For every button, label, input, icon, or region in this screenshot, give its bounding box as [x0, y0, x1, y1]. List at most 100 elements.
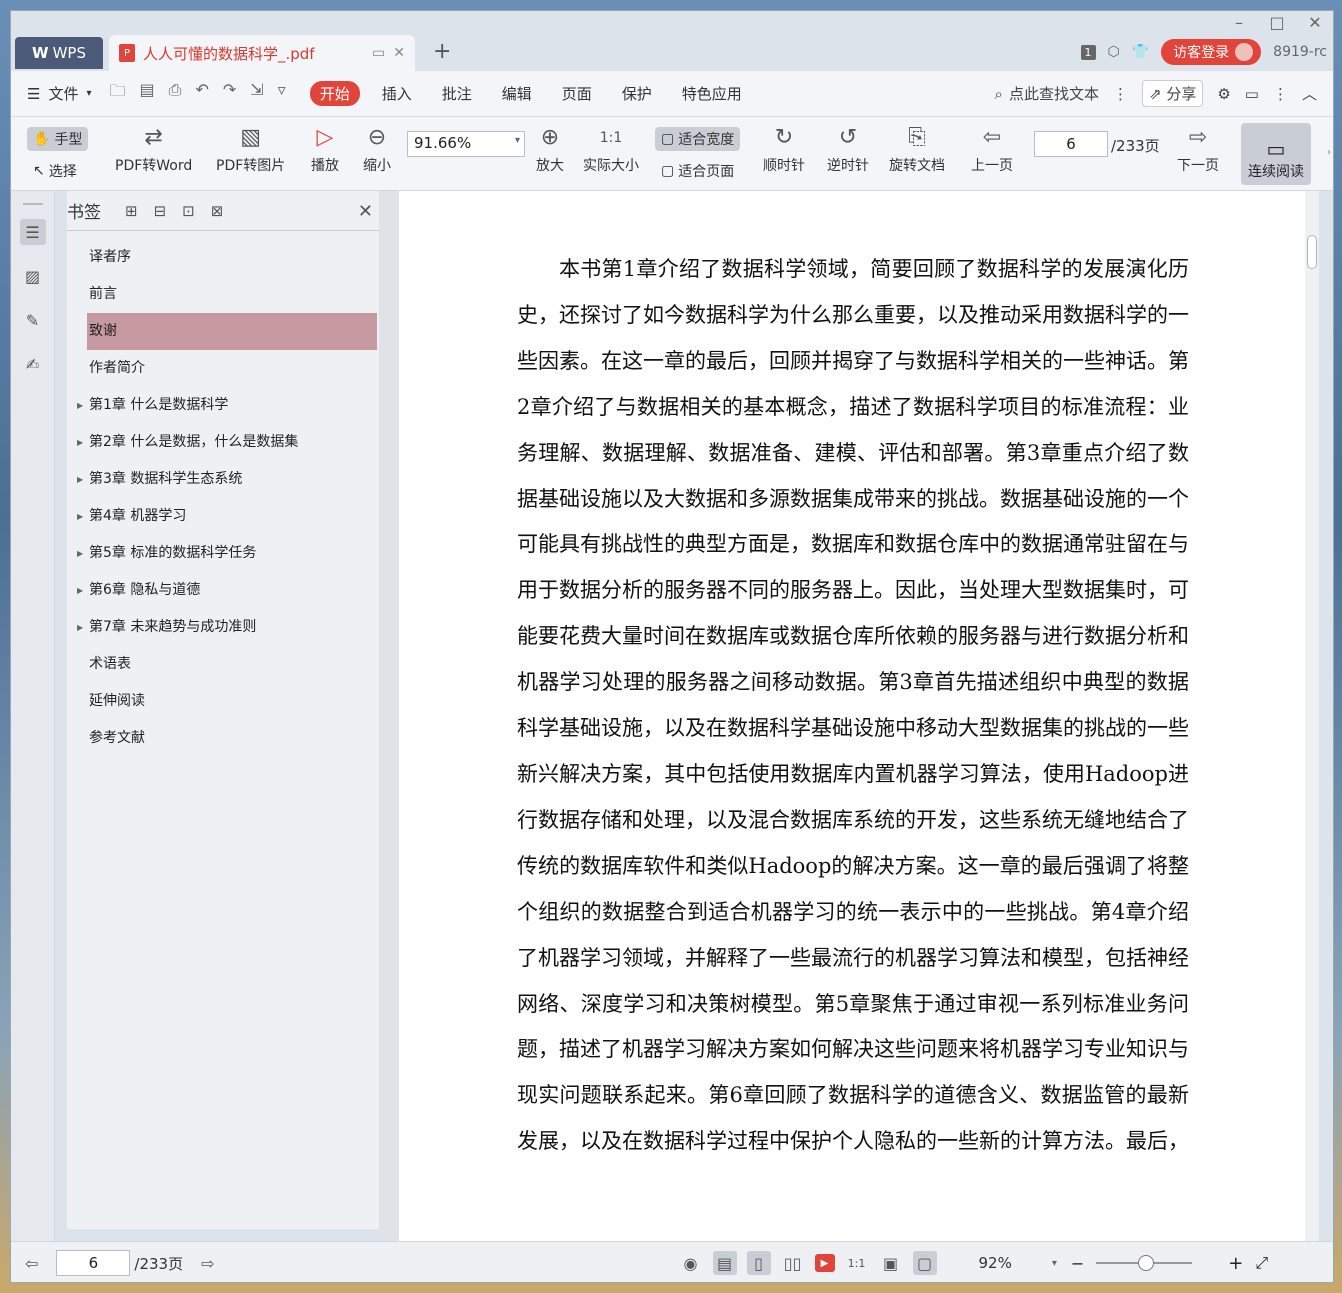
bookmark-item[interactable]: ▶ 第6章 隐私与道德	[67, 572, 379, 609]
bookmark-item[interactable]: ▶ 第4章 机器学习	[67, 498, 379, 535]
undo-icon[interactable]: ↶	[195, 80, 208, 107]
collapse-ribbon-icon[interactable]: ︿	[1302, 83, 1317, 104]
zoom-in-icon[interactable]: +	[1228, 1253, 1243, 1274]
close-window-icon[interactable]: ✕	[1305, 13, 1325, 32]
signature-icon[interactable]: ✍	[20, 351, 46, 377]
fit-width-button[interactable]: ▢ 适合宽度	[655, 127, 741, 151]
minimize-icon[interactable]: –	[1229, 13, 1249, 32]
print-icon[interactable]: ⎙	[169, 80, 182, 107]
bookmark-item[interactable]: 作者简介	[67, 350, 379, 387]
status-page-input[interactable]: 6	[56, 1250, 131, 1276]
pin-icon[interactable]: ▭	[372, 45, 385, 61]
play-button[interactable]: ▷ 播放	[311, 121, 339, 175]
rotate-clockwise-button[interactable]: ↻ 顺时针	[763, 121, 805, 175]
save-icon[interactable]: ▤	[140, 80, 155, 107]
fit-page-button[interactable]: ▢ 适合页面	[661, 161, 734, 181]
page-number-input[interactable]: 6	[1034, 131, 1108, 157]
tab-edit[interactable]: 编辑	[502, 83, 532, 104]
add-tab-button[interactable]: +	[433, 39, 451, 64]
tab-page[interactable]: 页面	[562, 83, 592, 104]
panel-divider[interactable]	[379, 191, 397, 1241]
status-play-icon[interactable]: ▶	[814, 1254, 835, 1272]
zoom-input[interactable]: 91.66% ▾	[407, 131, 525, 157]
bookmark-item[interactable]: ▶ 第1章 什么是数据科学	[67, 387, 379, 424]
search-icon[interactable]: ⌕	[995, 85, 1003, 103]
maximize-icon[interactable]: □	[1267, 13, 1287, 32]
expand-arrow-icon[interactable]: ▶	[77, 572, 83, 609]
bookmark-item[interactable]: 前言	[67, 276, 379, 313]
more-options-icon[interactable]: ⋮	[1273, 85, 1288, 103]
window-count-badge[interactable]: 1	[1080, 44, 1096, 60]
bookmark-panel-icon[interactable]: ☰	[19, 219, 46, 245]
wps-home-tab[interactable]: W WPS	[15, 37, 103, 69]
single-page-icon[interactable]: ▯	[746, 1251, 771, 1275]
fullscreen-icon[interactable]: ⤢	[1255, 1253, 1268, 1273]
rotate-counterclockwise-button[interactable]: ↺ 逆时针	[827, 121, 869, 175]
actual-size-icon[interactable]: 1:1	[845, 1251, 869, 1275]
zoom-in-button[interactable]: ⊕ 放大	[536, 121, 564, 175]
scrollbar-thumb[interactable]	[1307, 235, 1317, 269]
ribbon-scroll-right-icon[interactable]: ›	[1327, 147, 1331, 158]
tab-insert[interactable]: 插入	[382, 83, 412, 104]
bookmark-item[interactable]: 延伸阅读	[67, 683, 379, 720]
expand-arrow-icon[interactable]: ▶	[77, 535, 83, 572]
pdf-to-word-button[interactable]: ⇄ PDF转Word	[115, 121, 192, 175]
bookmark-options-icon[interactable]: ⊠	[211, 202, 224, 220]
export-icon[interactable]: ⇲	[250, 80, 263, 107]
close-tab-icon[interactable]: ✕	[393, 45, 405, 61]
more-dropdown-icon[interactable]: ▿	[278, 80, 286, 107]
expand-arrow-icon[interactable]: ▶	[77, 387, 83, 424]
bookmark-item[interactable]: ▶ 第5章 标准的数据科学任务	[67, 535, 379, 572]
zoom-out-icon[interactable]: −	[1071, 1254, 1084, 1273]
single-page-continuous-icon[interactable]: ▤	[712, 1251, 737, 1275]
redo-icon[interactable]: ↷	[223, 80, 236, 107]
thumbnail-icon[interactable]: ▨	[20, 263, 46, 289]
bookmark-item[interactable]: 致谢	[87, 313, 377, 350]
prev-page-button[interactable]: ⇦ 上一页	[971, 121, 1013, 175]
expand-arrow-icon[interactable]: ▶	[77, 424, 83, 461]
zoom-slider-knob[interactable]	[1138, 1255, 1155, 1271]
file-menu[interactable]: ☰ 文件 ▾	[27, 83, 92, 104]
bookmark-item[interactable]: ▶ 第7章 未来趋势与成功准则	[67, 609, 379, 646]
hand-tool-button[interactable]: ✋ 手型	[27, 127, 89, 151]
expand-arrow-icon[interactable]: ▶	[77, 461, 83, 498]
bookmark-item[interactable]: ▶ 第3章 数据科学生态系统	[67, 461, 379, 498]
select-tool-button[interactable]: ↖ 选择	[33, 161, 77, 181]
expand-arrow-icon[interactable]: ▶	[77, 498, 83, 535]
expand-arrow-icon[interactable]: ▶	[77, 609, 83, 646]
next-page-button[interactable]: ⇨ 下一页	[1177, 121, 1219, 175]
fit-page-icon[interactable]: ▣	[879, 1251, 903, 1275]
tab-protect[interactable]: 保护	[622, 83, 652, 104]
pdf-to-image-button[interactable]: ▧ PDF转图片	[216, 121, 285, 175]
vertical-scrollbar[interactable]	[1305, 191, 1319, 1241]
rotate-document-button[interactable]: ⎘ 旋转文档	[889, 121, 945, 175]
skin-icon[interactable]: ⬡	[1108, 44, 1120, 60]
status-next-page-icon[interactable]: ⇨	[201, 1254, 214, 1273]
continuous-read-button[interactable]: ▭ 连续阅读	[1241, 123, 1311, 185]
document-viewer[interactable]: 本书第1章介绍了数据科学领域，简要回顾了数据科学的发展演化历史，还探讨了如今数据…	[399, 191, 1309, 1241]
settings-gear-icon[interactable]: ⚙	[1217, 85, 1230, 103]
two-page-icon[interactable]: ▯▯	[781, 1251, 805, 1275]
zoom-slider[interactable]	[1096, 1255, 1193, 1271]
bookmark-item[interactable]: 译者序	[67, 239, 379, 276]
comment-icon[interactable]: ▭	[1245, 85, 1259, 103]
tab-start[interactable]: 开始	[309, 81, 360, 106]
close-icon[interactable]: ✕	[358, 201, 373, 222]
add-bookmark-icon[interactable]: ⊞	[125, 202, 138, 220]
eye-protection-icon[interactable]: ◉	[679, 1251, 703, 1275]
login-button[interactable]: 访客登录	[1161, 39, 1262, 65]
chevron-down-icon[interactable]: ▾	[515, 135, 520, 146]
status-prev-page-icon[interactable]: ⇦	[25, 1254, 38, 1273]
annotation-icon[interactable]: ✎	[20, 307, 46, 333]
open-folder-icon[interactable]: 🗀	[110, 80, 126, 107]
bookmark-item[interactable]: 参考文献	[67, 720, 379, 757]
search-text-field[interactable]: 点此查找文本	[1009, 83, 1099, 104]
tab-annotate[interactable]: 批注	[442, 83, 472, 104]
zoom-dropdown-icon[interactable]: ▾	[1052, 1258, 1057, 1269]
expand-bookmark-icon[interactable]: ⊡	[182, 202, 195, 220]
remove-bookmark-icon[interactable]: ⊟	[154, 202, 167, 220]
tab-special[interactable]: 特色应用	[682, 83, 742, 104]
shirt-icon[interactable]: 👕	[1132, 44, 1149, 60]
bookmark-item[interactable]: ▶ 第2章 什么是数据，什么是数据集	[67, 424, 379, 461]
more-vertical-icon[interactable]: ⋮	[1113, 85, 1128, 103]
